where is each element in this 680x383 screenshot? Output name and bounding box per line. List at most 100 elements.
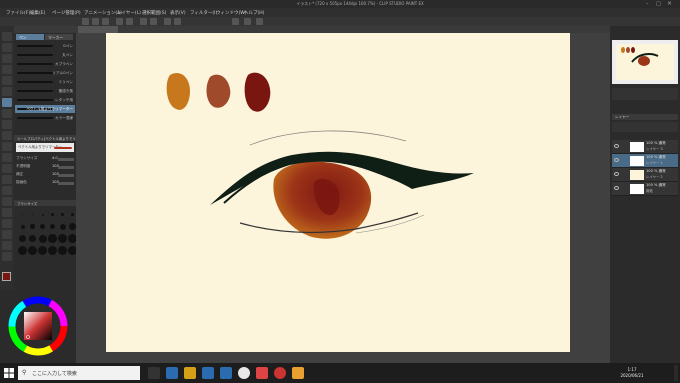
prop-slider[interactable] bbox=[58, 181, 74, 185]
drawing-canvas[interactable] bbox=[106, 33, 570, 352]
edge-icon[interactable] bbox=[166, 367, 178, 379]
brush-size-preset[interactable] bbox=[38, 234, 47, 243]
menu-edit[interactable]: 編集(E) bbox=[30, 10, 45, 16]
eye-icon[interactable] bbox=[614, 158, 619, 162]
brush-size-preset[interactable] bbox=[28, 234, 37, 243]
pen-tool-icon[interactable] bbox=[2, 98, 12, 107]
figure-tool-icon[interactable] bbox=[2, 197, 12, 206]
brush-item-retouch[interactable]: レタッチ用 bbox=[15, 96, 75, 104]
brush-size-preset[interactable] bbox=[51, 213, 54, 216]
store-icon[interactable] bbox=[202, 367, 214, 379]
fill-tool-icon[interactable] bbox=[2, 175, 12, 184]
explorer-icon[interactable] bbox=[184, 367, 196, 379]
brush-size-preset[interactable] bbox=[20, 224, 25, 229]
menu-filter[interactable]: フィルター(I) bbox=[190, 10, 217, 16]
eye-icon[interactable] bbox=[614, 144, 619, 148]
menu-view[interactable]: 表示(V) bbox=[170, 10, 186, 16]
brush-item-milli-pen[interactable]: ミリペン bbox=[15, 78, 75, 86]
zoom-tool-icon[interactable] bbox=[2, 32, 12, 41]
brush-size-preset[interactable] bbox=[48, 246, 57, 255]
gradient-tool-icon[interactable] bbox=[2, 186, 12, 195]
eye-icon[interactable] bbox=[614, 186, 619, 190]
eyedropper-tool-icon[interactable] bbox=[2, 87, 12, 96]
brush-item-real-g-pen[interactable]: リアルGペン bbox=[15, 69, 75, 77]
brush-size-preset[interactable] bbox=[59, 223, 66, 230]
brush-item-kabura-pen[interactable]: カブラペン bbox=[15, 60, 75, 68]
brush-size-preset[interactable] bbox=[38, 246, 47, 255]
line-correction-tool-icon[interactable] bbox=[2, 252, 12, 261]
brush-size-preset[interactable] bbox=[58, 234, 67, 243]
brush-size-preset[interactable] bbox=[30, 224, 35, 229]
clip-studio-icon[interactable] bbox=[292, 367, 304, 379]
maximize-button[interactable]: □ bbox=[656, 1, 662, 7]
mail-icon[interactable] bbox=[220, 367, 232, 379]
brush-size-preset[interactable] bbox=[70, 212, 75, 217]
prop-slider[interactable] bbox=[58, 173, 74, 177]
brush-size-preset[interactable] bbox=[58, 246, 67, 255]
menu-page[interactable]: ページ管理(P) bbox=[52, 10, 81, 16]
undo-icon[interactable] bbox=[116, 18, 123, 25]
redo-icon[interactable] bbox=[126, 18, 133, 25]
brush-size-preset[interactable] bbox=[18, 246, 27, 255]
save-icon[interactable] bbox=[102, 18, 109, 25]
deselect-icon[interactable] bbox=[164, 18, 171, 25]
menu-help[interactable]: ヘルプ(H) bbox=[244, 10, 264, 16]
brush-item-g-pen[interactable]: Gペン bbox=[15, 42, 75, 50]
main-color-swatch[interactable] bbox=[2, 272, 11, 281]
airbrush-tool-icon[interactable] bbox=[2, 131, 12, 140]
prop-correction[interactable]: 補正 100 bbox=[16, 172, 74, 178]
new-file-icon[interactable] bbox=[82, 18, 89, 25]
menu-file[interactable]: ファイル(F) bbox=[6, 10, 30, 16]
selection-tool-icon[interactable] bbox=[2, 65, 12, 74]
brush-size-preset[interactable] bbox=[28, 246, 37, 255]
brush-size-preset[interactable] bbox=[49, 223, 56, 230]
app-icon[interactable] bbox=[274, 367, 286, 379]
search-input[interactable]: ⚲ ここに入力して検索 bbox=[18, 366, 140, 380]
close-button[interactable]: × bbox=[667, 0, 673, 7]
brush-size-preset[interactable] bbox=[48, 234, 57, 243]
brush-size-preset[interactable] bbox=[22, 214, 23, 215]
prop-slider[interactable] bbox=[58, 157, 74, 161]
prop-brush-size[interactable]: ブラシサイズ 4.0 bbox=[16, 156, 74, 162]
operation-tool-icon[interactable] bbox=[2, 54, 12, 63]
brush-size-preset[interactable] bbox=[31, 213, 34, 216]
prop-slider[interactable] bbox=[58, 165, 74, 169]
move-tool-icon[interactable] bbox=[2, 43, 12, 52]
transform-icon[interactable] bbox=[150, 18, 157, 25]
tab-marker[interactable]: マーカー bbox=[45, 34, 73, 40]
chrome-icon[interactable] bbox=[238, 367, 250, 379]
tab-pen[interactable]: ペン bbox=[16, 34, 44, 40]
brush-size-preset[interactable] bbox=[61, 213, 64, 216]
brush-item-vector-selected[interactable]: ベクトル用よりでリマーター bbox=[15, 105, 75, 113]
task-view-icon[interactable] bbox=[148, 367, 160, 379]
eye-icon[interactable] bbox=[614, 172, 619, 176]
color-wheel-icon[interactable] bbox=[0, 290, 76, 363]
brush-size-preset[interactable] bbox=[19, 235, 26, 242]
menu-layer[interactable]: レイヤー(L) bbox=[117, 10, 141, 16]
ruler-tool-icon[interactable] bbox=[2, 219, 12, 228]
snap-icon[interactable] bbox=[232, 18, 239, 25]
auto-select-tool-icon[interactable] bbox=[2, 76, 12, 85]
frame-tool-icon[interactable] bbox=[2, 208, 12, 217]
text-tool-icon[interactable] bbox=[2, 230, 12, 239]
clear-icon[interactable] bbox=[140, 18, 147, 25]
pencil-tool-icon[interactable] bbox=[2, 109, 12, 118]
clip-studio-icon[interactable] bbox=[244, 18, 251, 25]
open-icon[interactable] bbox=[92, 18, 99, 25]
brush-tool-icon[interactable] bbox=[2, 120, 12, 129]
blend-tool-icon[interactable] bbox=[2, 164, 12, 173]
brush-item-fude[interactable]: 筆描き風 bbox=[15, 87, 75, 95]
show-desktop-button[interactable] bbox=[674, 365, 678, 381]
menu-select[interactable]: 選択範囲(S) bbox=[142, 10, 166, 16]
settings-icon[interactable] bbox=[256, 18, 263, 25]
layer-row[interactable]: 100 % 通常 用紙 bbox=[612, 182, 678, 196]
invert-selection-icon[interactable] bbox=[174, 18, 181, 25]
brush-size-preset[interactable] bbox=[41, 213, 44, 216]
navigator-preview[interactable] bbox=[612, 40, 678, 84]
minimize-button[interactable]: – bbox=[646, 1, 652, 7]
windows-logo-icon[interactable] bbox=[4, 368, 14, 378]
app-icon[interactable] bbox=[256, 367, 268, 379]
eraser-tool-icon[interactable] bbox=[2, 153, 12, 162]
brush-item-maru-pen[interactable]: 丸ペン bbox=[15, 51, 75, 59]
layer-row-selected[interactable]: 100 % 通常 レイヤー 1 bbox=[612, 154, 678, 168]
